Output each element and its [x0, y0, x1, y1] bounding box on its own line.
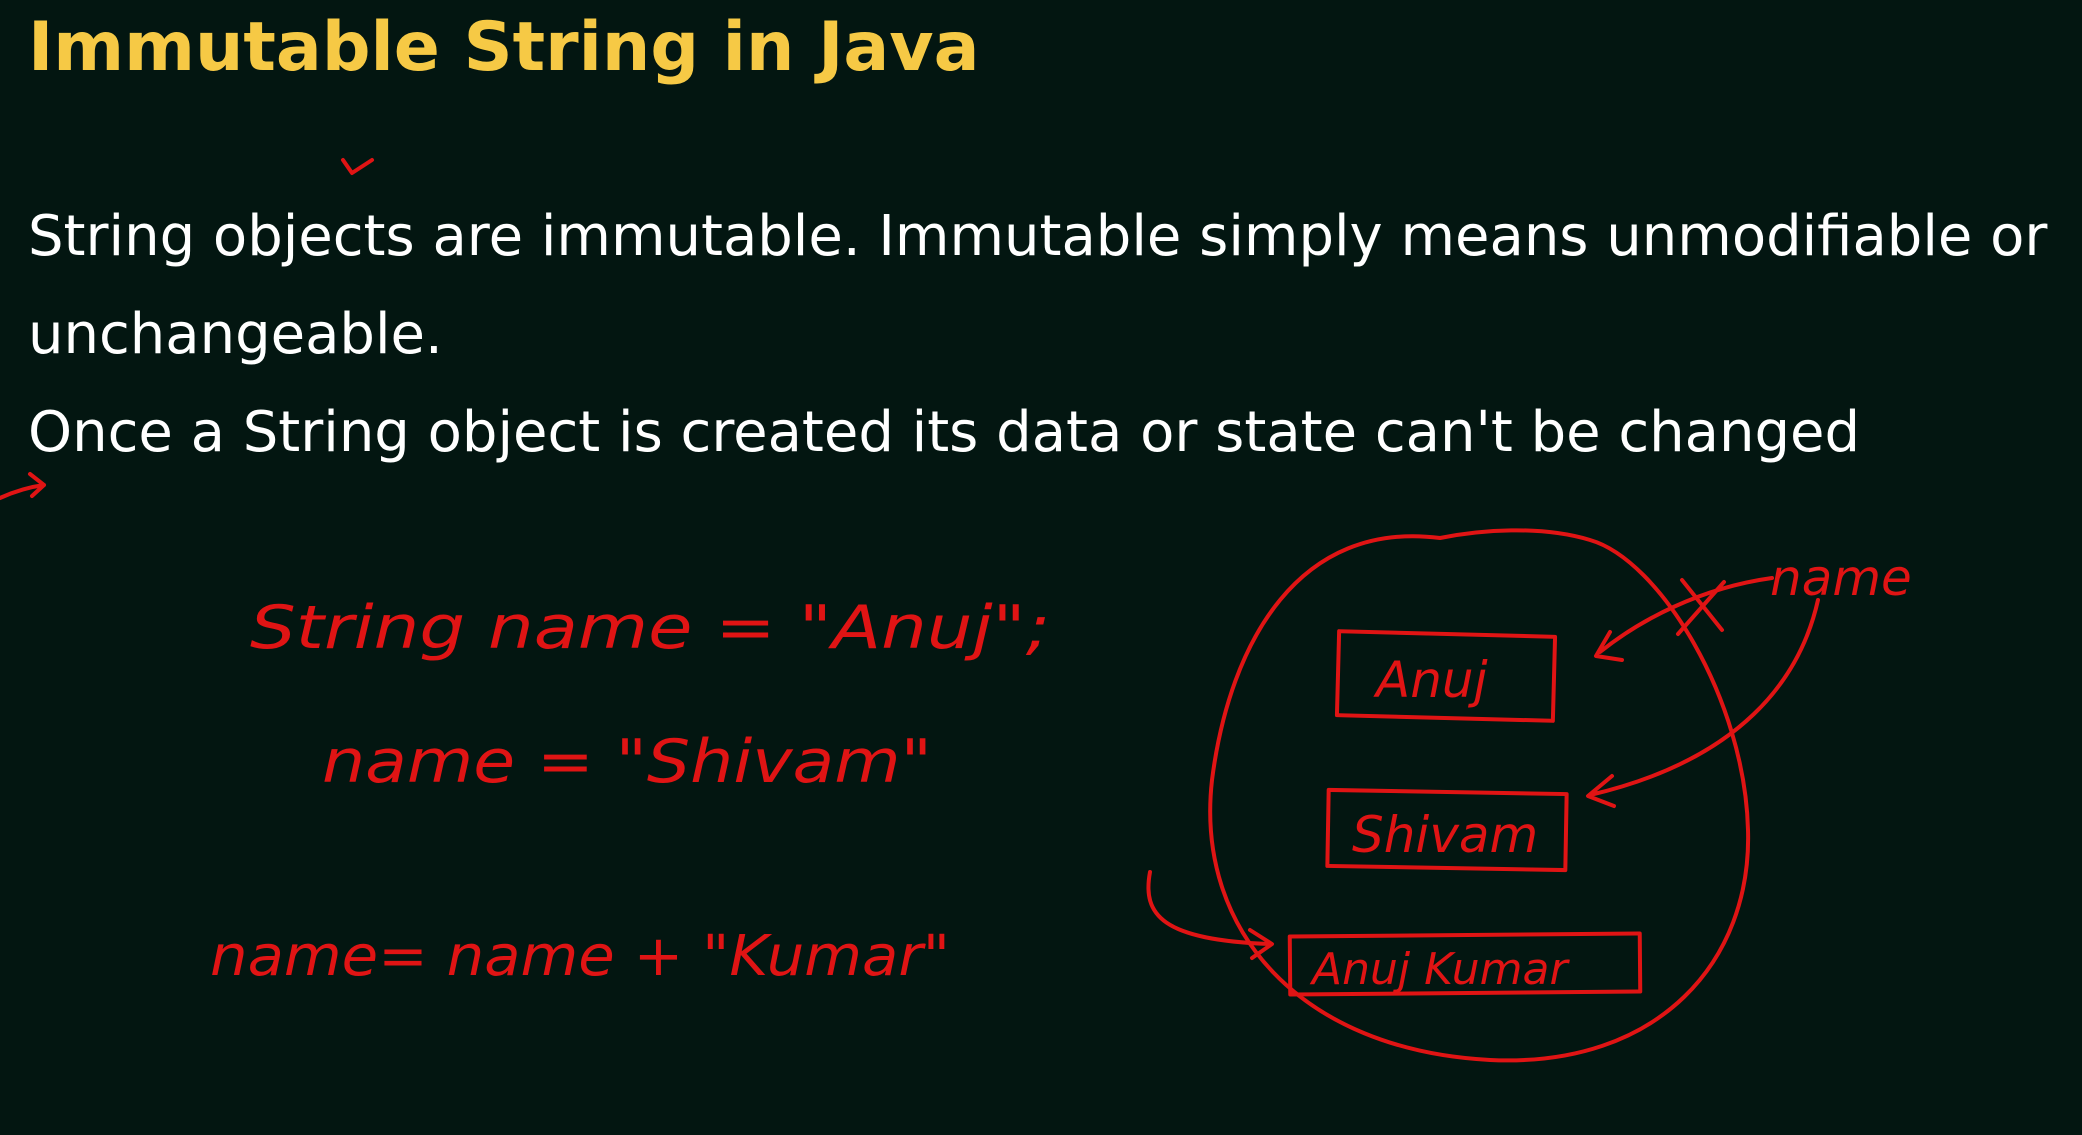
code-line-2: name = "Shivam" — [322, 727, 932, 797]
old-reference-arrow — [1594, 576, 1774, 662]
handwritten-annotations: String name = "Anuj"; name = "Shivam" na… — [0, 158, 1912, 1063]
reference-label: name — [1770, 549, 1912, 607]
concat-arrow — [1146, 870, 1274, 960]
code-line-1: String name = "Anuj"; — [250, 593, 1050, 663]
left-arrow-mark — [0, 472, 46, 500]
cross-mark — [1676, 578, 1726, 636]
pool-object-anuj: Anuj — [1373, 651, 1488, 709]
tick-mark — [341, 158, 374, 175]
new-reference-arrow — [1586, 598, 1820, 808]
pool-object-shivam: Shivam — [1352, 806, 1538, 864]
pool-object-anuj-kumar: Anuj Kumar — [1309, 944, 1570, 995]
code-line-3: name= name + "Kumar" — [210, 924, 950, 989]
lecture-slide: Immutable String in Java String objects … — [0, 0, 2082, 1135]
